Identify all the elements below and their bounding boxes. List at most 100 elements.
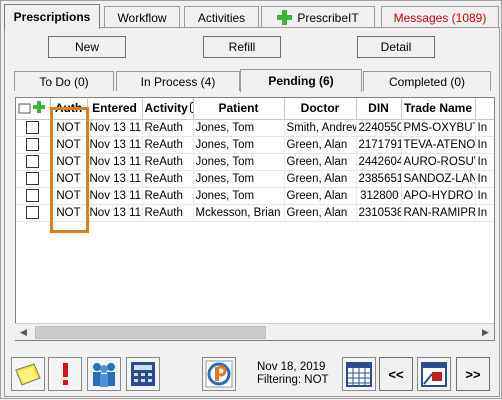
col-extra[interactable]	[475, 98, 494, 120]
next-label: >>	[465, 366, 481, 382]
auth-cell: NOT	[50, 153, 88, 171]
tab-workflow[interactable]: Workflow	[104, 6, 180, 28]
table-row[interactable]: NOT Nov 13 11:5 ReAuth Jones, Tom Green,…	[16, 187, 494, 205]
doctor-cell: Green, Alan	[284, 204, 357, 222]
prescriptions-grid[interactable]: Auth Entered Activity Patient Doctor DIN…	[15, 97, 495, 341]
activity-cell: ReAuth	[142, 153, 194, 171]
patients-button[interactable]	[87, 357, 121, 391]
scroll-right-icon[interactable]: ▶	[477, 324, 494, 341]
detail-button-label: Detail	[380, 40, 412, 54]
entered-cell: Nov 13 11:5	[87, 153, 143, 171]
refill-button[interactable]: Refill	[203, 36, 281, 58]
col-activity[interactable]: Activity	[142, 98, 194, 120]
table-row[interactable]: NOT Nov 13 11:5 ReAuth Mckesson, Brian G…	[16, 204, 494, 222]
row-checkbox[interactable]	[26, 206, 40, 219]
activity-cell: ReAuth	[142, 119, 194, 137]
detail-button[interactable]: Detail	[357, 36, 435, 58]
next-button[interactable]: >>	[456, 357, 490, 391]
select-all-header[interactable]	[16, 98, 51, 120]
doctor-cell: Green, Alan	[284, 136, 357, 154]
col-entered-label: Entered	[92, 101, 137, 116]
din-cell: 2310538	[356, 204, 402, 222]
status-date: Nov 18, 2019	[257, 361, 326, 373]
calculator-icon	[131, 362, 155, 386]
tab-to-do[interactable]: To Do (0)	[14, 71, 114, 91]
prescriptions-window: Prescriptions Workflow Activities Prescr…	[0, 0, 502, 399]
new-button[interactable]: New	[48, 36, 126, 58]
col-auth[interactable]: Auth	[50, 98, 88, 120]
calendar-icon	[346, 362, 372, 387]
tab-to-do-label: To Do (0)	[39, 74, 89, 89]
previous-button[interactable]: <<	[379, 357, 413, 391]
calendar-today-icon	[421, 362, 447, 387]
extra-cell: In	[475, 153, 494, 171]
col-trade-name[interactable]: Trade Name	[401, 98, 476, 120]
din-cell: 2240550	[356, 119, 402, 137]
auth-cell: NOT	[50, 187, 88, 205]
horizontal-scrollbar[interactable]: ◀ ▶	[15, 323, 494, 340]
col-din[interactable]: DIN	[356, 98, 402, 120]
table-row[interactable]: NOT Nov 13 11:5 ReAuth Jones, Tom Smith,…	[16, 119, 494, 137]
trade-name-cell: PMS-OXYBUTY	[401, 119, 476, 137]
table-row[interactable]: NOT Nov 13 11:5 ReAuth Jones, Tom Green,…	[16, 153, 494, 171]
doctor-cell: Smith, Andrew	[284, 119, 357, 137]
exclamation-icon	[63, 363, 68, 385]
tab-prescriptions[interactable]: Prescriptions	[4, 4, 100, 29]
patient-cell: Jones, Tom	[193, 136, 285, 154]
col-patient-label: Patient	[218, 101, 259, 116]
tab-prescribeit[interactable]: PrescribeIT	[261, 6, 375, 28]
tab-messages-label: Messages (1089)	[393, 10, 487, 25]
tab-pending[interactable]: Pending (6)	[240, 69, 362, 92]
scroll-left-icon[interactable]: ◀	[15, 324, 32, 341]
auth-cell: NOT	[50, 170, 88, 188]
calendar-today-button[interactable]	[417, 357, 451, 391]
activity-cell: ReAuth	[142, 136, 194, 154]
tab-prescribeit-label: PrescribeIT	[297, 10, 359, 25]
sticky-note-icon	[15, 363, 41, 386]
table-row[interactable]: NOT Nov 13 11:5 ReAuth Jones, Tom Green,…	[16, 170, 494, 188]
prescribeit-logo-button[interactable]	[202, 357, 236, 391]
entered-cell: Nov 13 11:5	[87, 204, 143, 222]
col-doctor[interactable]: Doctor	[284, 98, 357, 120]
row-checkbox[interactable]	[26, 172, 40, 185]
trade-name-cell: SANDOZ-LANS	[401, 170, 476, 188]
col-trade-name-label: Trade Name	[403, 101, 473, 116]
table-header-row: Auth Entered Activity Patient Doctor DIN…	[16, 98, 494, 120]
auth-cell: NOT	[50, 136, 88, 154]
col-patient[interactable]: Patient	[193, 98, 285, 120]
sticky-note-button[interactable]	[11, 357, 45, 391]
row-checkbox[interactable]	[26, 121, 40, 134]
prescriptions-table: Auth Entered Activity Patient Doctor DIN…	[16, 98, 494, 222]
prescribeit-icon	[205, 360, 233, 388]
activity-cell: ReAuth	[142, 170, 194, 188]
tab-in-process[interactable]: In Process (4)	[116, 71, 240, 91]
col-entered[interactable]: Entered	[87, 98, 143, 120]
scroll-thumb[interactable]	[35, 326, 266, 339]
trade-name-cell: TEVA-ATENOLI	[401, 136, 476, 154]
din-cell: 2171791	[356, 136, 402, 154]
row-checkbox[interactable]	[26, 155, 40, 168]
activity-cell: ReAuth	[142, 204, 194, 222]
tab-messages[interactable]: Messages (1089)	[381, 6, 499, 28]
row-checkbox[interactable]	[26, 189, 40, 202]
din-cell: 2385651	[356, 170, 402, 188]
auth-cell: NOT	[50, 204, 88, 222]
tab-completed-label: Completed (0)	[388, 74, 466, 89]
entered-cell: Nov 13 11:5	[87, 170, 143, 188]
tab-in-process-label: In Process (4)	[140, 74, 216, 89]
new-button-label: New	[74, 40, 99, 54]
tab-activities[interactable]: Activities	[184, 6, 259, 28]
alert-button[interactable]	[48, 357, 82, 391]
calendar-button[interactable]	[342, 357, 376, 391]
row-checkbox[interactable]	[26, 138, 40, 151]
tab-completed[interactable]: Completed (0)	[363, 71, 491, 91]
calculator-button[interactable]	[126, 357, 160, 391]
entered-cell: Nov 13 11:5	[87, 136, 143, 154]
people-icon	[93, 363, 115, 387]
table-row[interactable]: NOT Nov 13 11:5 ReAuth Jones, Tom Green,…	[16, 136, 494, 154]
status-info: Nov 18, 2019 Filtering: NOT	[257, 361, 329, 387]
extra-cell: In	[475, 170, 494, 188]
patient-cell: Mckesson, Brian	[193, 204, 285, 222]
add-checked-icon	[18, 100, 45, 114]
status-tab-bar: To Do (0) In Process (4) Pending (6) Com…	[14, 69, 494, 92]
